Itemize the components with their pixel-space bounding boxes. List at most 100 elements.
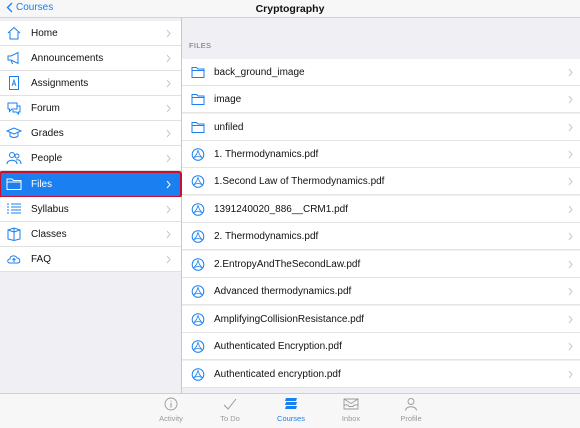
sidebar-item-assignments[interactable]: Assignments <box>0 71 181 96</box>
sidebar-item-forum[interactable]: Forum <box>0 96 181 121</box>
file-name: 1391240020_886__CRM1.pdf <box>214 204 348 215</box>
chevron-right-icon <box>166 154 171 163</box>
sidebar-item-label: Announcements <box>31 52 104 64</box>
file-name: Authenticated Encryption.pdf <box>214 341 342 352</box>
pdf-icon <box>191 203 205 216</box>
sidebar-item-announcements[interactable]: Announcements <box>0 46 181 71</box>
files-panel: FILES back_ground_image image unfiled 1.… <box>182 18 580 393</box>
grades-icon <box>5 126 23 140</box>
pdf-icon <box>191 148 205 161</box>
file-name: back_ground_image <box>214 67 305 78</box>
tab-bar: Activity To Do Courses Inbox Profile <box>0 393 580 428</box>
file-row-pdf[interactable]: 2.EntropyAndTheSecondLaw.pdf <box>182 251 580 278</box>
sidebar-item-label: Classes <box>31 228 67 240</box>
chevron-right-icon <box>166 180 171 189</box>
info-icon <box>164 397 178 411</box>
chevron-right-icon <box>568 370 573 379</box>
tab-label: To Do <box>220 414 240 423</box>
chevron-right-icon <box>568 123 573 132</box>
pdf-icon <box>191 313 205 326</box>
file-name: unfiled <box>214 122 244 133</box>
pdf-icon <box>191 258 205 271</box>
pdf-icon <box>191 368 205 381</box>
sidebar-item-files[interactable]: Files <box>0 171 182 198</box>
file-name: Advanced thermodynamics.pdf <box>214 286 352 297</box>
page-title: Cryptography <box>255 3 325 15</box>
chevron-right-icon <box>568 287 573 296</box>
file-name: Authenticated encryption.pdf <box>214 369 341 380</box>
sidebar-item-label: Assignments <box>31 77 89 89</box>
tab-activity[interactable]: Activity <box>141 397 201 427</box>
file-name: 2. Thermodynamics.pdf <box>214 231 319 242</box>
sidebar-item-home[interactable]: Home <box>0 21 181 46</box>
file-row-folder[interactable]: back_ground_image <box>182 59 580 86</box>
chevron-right-icon <box>166 29 171 38</box>
chevron-right-icon <box>166 104 171 113</box>
cloud-icon <box>6 252 22 266</box>
sidebar-item-classes[interactable]: Classes <box>0 222 181 247</box>
file-row-pdf[interactable]: Advanced thermodynamics.pdf <box>182 278 580 305</box>
chevron-right-icon <box>568 342 573 351</box>
chevron-right-icon <box>166 230 171 239</box>
chevron-right-icon <box>166 255 171 264</box>
inbox-icon <box>343 398 359 410</box>
file-row-pdf[interactable]: Authenticated encryption.pdf <box>182 361 580 388</box>
chevron-right-icon <box>568 315 573 324</box>
file-row-pdf[interactable]: 2. Thermodynamics.pdf <box>182 223 580 250</box>
sidebar-item-syllabus[interactable]: Syllabus <box>0 197 181 222</box>
tab-courses[interactable]: Courses <box>261 397 321 427</box>
tab-label: Activity <box>159 414 183 423</box>
pdf-icon <box>191 230 205 243</box>
tab-label: Profile <box>400 414 422 423</box>
chevron-right-icon <box>568 68 573 77</box>
checkmark-icon <box>223 398 237 410</box>
pdf-icon <box>191 285 205 298</box>
tab-profile[interactable]: Profile <box>381 397 441 427</box>
files-section-header: FILES <box>189 41 212 50</box>
file-row-pdf[interactable]: AmplifyingCollisionResistance.pdf <box>182 306 580 333</box>
home-icon <box>6 26 22 40</box>
navigation-bar: Courses Cryptography <box>0 0 580 18</box>
tab-label: Inbox <box>341 414 361 423</box>
file-name: image <box>214 94 242 105</box>
sidebar-item-faq[interactable]: FAQ <box>0 247 181 272</box>
tab-inbox[interactable]: Inbox <box>321 397 381 427</box>
syllabus-icon <box>6 202 22 216</box>
chevron-right-icon <box>568 232 573 241</box>
sidebar-item-label: People <box>31 152 63 164</box>
file-name: 1. Thermodynamics.pdf <box>214 149 319 160</box>
sidebar-item-grades[interactable]: Grades <box>0 121 181 146</box>
folder-icon <box>191 121 205 134</box>
file-row-pdf[interactable]: 1. Thermodynamics.pdf <box>182 141 580 168</box>
chevron-right-icon <box>166 79 171 88</box>
folder-icon <box>191 66 205 79</box>
sidebar-item-label: FAQ <box>31 253 52 265</box>
sidebar-item-label: Grades <box>31 127 64 139</box>
file-row-pdf[interactable]: 1.Second Law of Thermodynamics.pdf <box>182 168 580 195</box>
sidebar-item-label: Files <box>31 178 53 190</box>
chevron-right-icon <box>166 129 171 138</box>
file-row-folder[interactable]: unfiled <box>182 114 580 141</box>
courses-icon <box>285 398 297 409</box>
course-sidebar: Home Announcements Assignments Forum Gra… <box>0 18 182 393</box>
file-name: 1.Second Law of Thermodynamics.pdf <box>214 176 385 187</box>
people-icon <box>6 151 22 165</box>
folder-icon <box>191 93 205 106</box>
sidebar-item-label: Syllabus <box>31 203 69 215</box>
chevron-right-icon <box>568 150 573 159</box>
classes-icon <box>6 227 22 242</box>
file-row-folder[interactable]: image <box>182 86 580 113</box>
tab-label: Courses <box>277 414 305 423</box>
tab-todo[interactable]: To Do <box>200 397 260 427</box>
sidebar-item-people[interactable]: People <box>0 146 181 171</box>
chevron-right-icon <box>568 205 573 214</box>
assignment-icon <box>6 76 22 90</box>
sidebar-item-label: Home <box>31 27 58 39</box>
file-name: 2.EntropyAndTheSecondLaw.pdf <box>214 259 361 270</box>
file-row-pdf[interactable]: Authenticated Encryption.pdf <box>182 333 580 360</box>
sidebar-item-label: Forum <box>31 102 60 114</box>
folder-icon <box>6 177 22 191</box>
chevron-right-icon <box>166 205 171 214</box>
profile-icon <box>405 398 417 411</box>
file-row-pdf[interactable]: 1391240020_886__CRM1.pdf <box>182 196 580 223</box>
